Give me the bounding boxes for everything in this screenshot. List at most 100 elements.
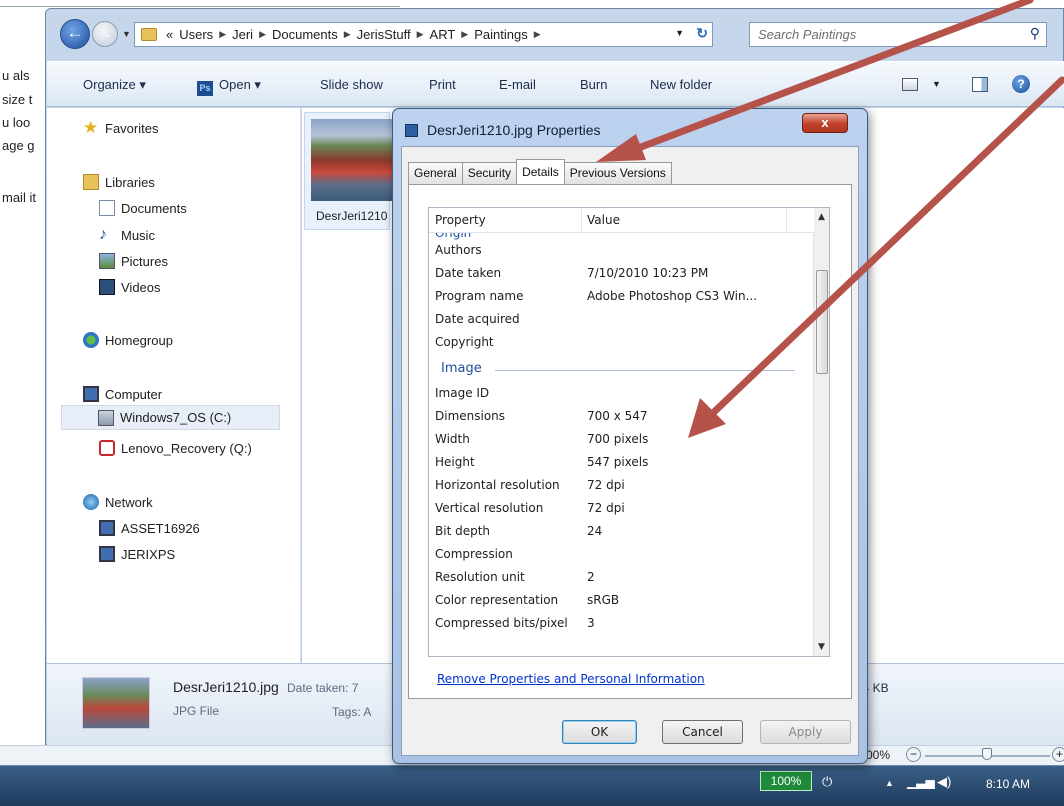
power-plug-icon[interactable]: ⏻ [822,774,832,790]
property-value[interactable]: 7/10/2010 10:23 PM [587,266,708,280]
navigation-pane: ★ Favorites Libraries Documents ♪ Music … [47,108,301,663]
nav-label: Homegroup [105,332,173,348]
property-value[interactable]: Adobe Photoshop CS3 Win... [587,289,757,303]
chevron-right-icon[interactable]: ▶ [417,29,424,40]
recent-pages-dropdown-icon[interactable]: ▼ [122,29,131,39]
zoom-out-button[interactable]: − [906,747,921,762]
organize-button[interactable]: Organize ▾ [83,77,146,93]
scrollbar-thumb[interactable] [816,270,828,374]
tab-previous-versions[interactable]: Previous Versions [563,162,672,184]
tab-security[interactable]: Security [461,162,518,184]
libraries-icon [83,174,99,190]
column-divider[interactable] [786,208,787,233]
search-icon[interactable]: ⚲ [1030,25,1040,42]
ok-button[interactable]: OK [562,720,637,744]
nav-homegroup[interactable]: Homegroup [83,332,173,348]
refresh-icon[interactable]: ↻ [696,25,708,42]
new-folder-button[interactable]: New folder [650,77,712,92]
breadcrumb-item[interactable]: Jeri [232,27,253,42]
details-tags[interactable]: Tags: A [332,705,371,719]
property-value[interactable]: 72 dpi [587,501,625,515]
nav-label: Music [121,227,155,243]
chevron-right-icon[interactable]: ▶ [534,29,541,40]
address-dropdown-icon[interactable]: ▼ [675,28,684,38]
show-hidden-icons-icon[interactable]: ▲ [885,778,894,788]
views-dropdown-icon[interactable]: ▼ [932,79,941,89]
chevron-right-icon[interactable]: ▶ [219,29,226,40]
nav-libraries[interactable]: Libraries [83,174,155,190]
scrollbar[interactable]: ▲ ▼ [813,208,829,656]
file-tile[interactable]: DesrJeri1210 [304,112,401,230]
email-button[interactable]: E-mail [499,77,536,92]
property-value[interactable]: 2 [587,570,595,584]
chevron-right-icon[interactable]: ▶ [344,29,351,40]
change-view-icon[interactable] [902,78,918,91]
remove-properties-link[interactable]: Remove Properties and Personal Informati… [437,672,705,686]
back-arrow-icon: ← [66,23,84,42]
document-text-fragment: u loo [2,115,31,130]
clock[interactable]: 8:10 AM [986,777,1030,791]
close-button[interactable]: x [802,113,848,133]
breadcrumb-item[interactable]: JerisStuff [357,27,411,42]
burn-button[interactable]: Burn [580,77,607,92]
cancel-button[interactable]: Cancel [662,720,743,744]
property-list[interactable]: Property Value Origin Authors Date taken… [428,207,830,657]
nav-computer[interactable]: Computer [83,386,162,402]
tab-details[interactable]: Details [516,159,565,184]
property-name: Resolution unit [435,570,525,584]
column-header-property[interactable]: Property [435,213,486,227]
property-name: Horizontal resolution [435,478,560,492]
apply-button[interactable]: Apply [760,720,851,744]
nav-music[interactable]: ♪ Music [99,227,155,243]
music-note-icon: ♪ [99,226,107,243]
breadcrumb-item[interactable]: Users [179,27,213,42]
address-bar[interactable]: « Users ▶ Jeri ▶ Documents ▶ JerisStuff … [134,22,713,47]
nav-documents[interactable]: Documents [99,200,187,216]
property-value[interactable]: 3 [587,616,595,630]
help-icon[interactable]: ? [1012,75,1030,93]
slide-show-button[interactable]: Slide show [320,77,383,92]
property-value[interactable]: 24 [587,524,602,538]
forward-button[interactable]: → [92,21,118,47]
property-value[interactable]: 547 pixels [587,455,648,469]
tab-general[interactable]: General [408,162,463,184]
nav-jerixps[interactable]: JERIXPS [99,546,175,562]
open-button[interactable]: Ps Open ▾ [197,77,261,96]
property-name: Bit depth [435,524,491,538]
breadcrumb-item[interactable]: Documents [272,27,338,42]
nav-favorites[interactable]: ★ Favorites [83,119,158,136]
zoom-in-button[interactable]: + [1052,747,1064,762]
painting-thumbnail [311,119,401,201]
section-divider [495,370,795,371]
breadcrumb-overflow[interactable]: « [166,27,173,42]
nav-network[interactable]: Network [83,494,153,510]
search-input[interactable]: Search Paintings ⚲ [749,22,1047,47]
property-value[interactable]: sRGB [587,593,619,607]
property-value[interactable]: 700 x 547 [587,409,648,423]
nav-videos[interactable]: Videos [99,279,161,295]
image-file-icon [405,124,418,137]
property-value[interactable]: 72 dpi [587,478,625,492]
wireless-signal-icon[interactable]: ▁▃▅ [907,775,935,789]
breadcrumb-item[interactable]: Paintings [474,27,527,42]
print-button[interactable]: Print [429,77,456,92]
chevron-right-icon[interactable]: ▶ [461,29,468,40]
nav-windows-drive[interactable]: Windows7_OS (C:) [61,405,280,430]
scroll-down-icon[interactable]: ▼ [818,642,825,652]
zoom-slider-thumb[interactable] [982,748,992,760]
nav-recovery-drive[interactable]: Lenovo_Recovery (Q:) [99,440,252,456]
back-button[interactable]: ← [60,19,90,49]
property-value[interactable]: 700 pixels [587,432,648,446]
document-text-fragment: mail it [2,190,36,205]
nav-asset[interactable]: ASSET16926 [99,520,200,536]
column-divider[interactable] [581,208,582,233]
scroll-up-icon[interactable]: ▲ [818,212,825,222]
nav-pictures[interactable]: Pictures [99,253,168,269]
chevron-right-icon[interactable]: ▶ [259,29,266,40]
battery-indicator[interactable]: 100% [760,771,812,791]
breadcrumb-item[interactable]: ART [430,27,456,42]
preview-pane-icon[interactable] [972,77,988,92]
column-header-value[interactable]: Value [587,213,620,227]
volume-icon[interactable]: ◀) [937,774,951,790]
drive-icon [98,409,114,426]
